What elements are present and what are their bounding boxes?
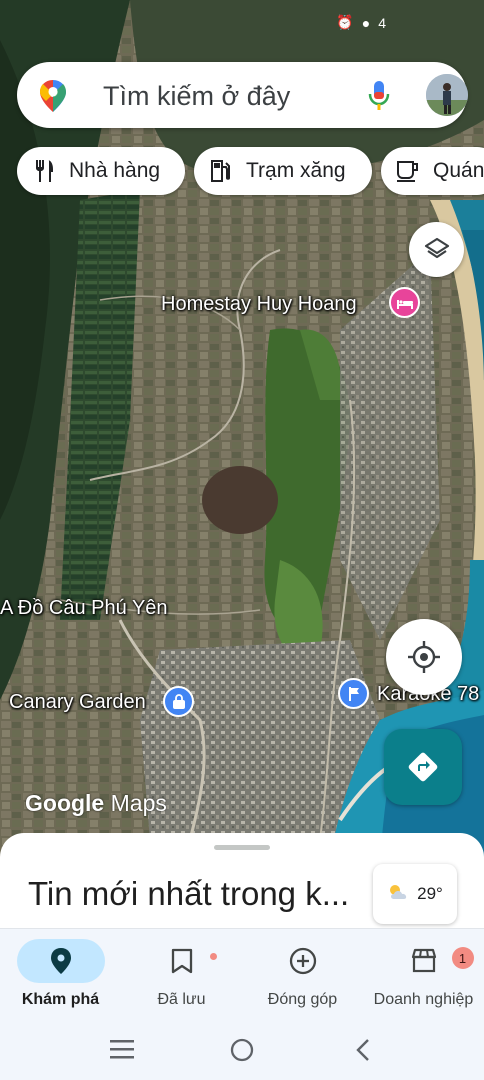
chip-gas-stations[interactable]: Trạm xăng bbox=[194, 147, 372, 195]
nav-label: Doanh nghiệp bbox=[373, 991, 474, 1008]
layers-button[interactable] bbox=[409, 222, 464, 277]
flag-marker-icon[interactable] bbox=[338, 678, 369, 709]
nav-business[interactable]: 1 Doanh nghiệp bbox=[363, 929, 484, 1023]
mic-icon[interactable] bbox=[367, 80, 391, 112]
search-input[interactable]: Tìm kiếm ở đây bbox=[103, 81, 290, 112]
notification-badge: 1 bbox=[451, 947, 474, 969]
shopping-marker-icon[interactable] bbox=[163, 686, 194, 717]
explore-pin-icon bbox=[16, 939, 105, 983]
notification-dot bbox=[209, 953, 217, 960]
weather-widget[interactable]: 29° bbox=[373, 864, 457, 924]
directions-icon bbox=[408, 752, 438, 782]
bottom-nav: Khám phá Đã lưu Đóng góp 1 Doanh nghiệp bbox=[0, 928, 484, 1023]
cloud-sun-icon bbox=[387, 883, 411, 906]
google-maps-watermark: Google Maps bbox=[25, 790, 167, 816]
place-label-canary[interactable]: Canary Garden bbox=[9, 691, 146, 714]
restaurant-icon bbox=[31, 158, 57, 184]
hotel-marker-icon[interactable] bbox=[389, 287, 420, 318]
alarm-icon: ⏰ bbox=[336, 14, 354, 30]
location-icon: ● bbox=[361, 14, 371, 31]
home-icon[interactable] bbox=[230, 1038, 254, 1067]
place-label-trail[interactable]: A Đồ Câu Phú Yên bbox=[0, 597, 168, 620]
nav-label: Đóng góp bbox=[267, 991, 338, 1008]
sheet-drag-handle[interactable] bbox=[214, 845, 270, 850]
nav-saved[interactable]: Đã lưu bbox=[121, 929, 242, 1023]
my-location-button[interactable] bbox=[386, 619, 462, 695]
business-store-icon: 1 bbox=[380, 939, 474, 983]
status-count: 4 bbox=[378, 14, 386, 31]
avatar[interactable] bbox=[426, 74, 468, 116]
layers-icon bbox=[424, 237, 449, 258]
nav-explore[interactable]: Khám phá bbox=[0, 929, 121, 1023]
status-bar: ⏰ ● 4 bbox=[336, 14, 386, 31]
google-maps-pin-icon bbox=[40, 80, 66, 112]
system-navigation-bar bbox=[0, 1022, 484, 1080]
coffee-icon bbox=[395, 158, 421, 184]
place-label-homestay[interactable]: Homestay Huy Hoang bbox=[161, 293, 357, 316]
nav-label: Khám phá bbox=[21, 991, 100, 1008]
search-bar[interactable]: Tìm kiếm ở đây bbox=[17, 62, 468, 128]
recents-icon[interactable] bbox=[110, 1038, 134, 1065]
bookmark-icon bbox=[138, 939, 226, 983]
sheet-title: Tin mới nhất trong k... bbox=[28, 875, 350, 912]
chip-label: Quán bbox=[433, 159, 484, 182]
weather-temp: 29° bbox=[417, 884, 443, 903]
add-circle-icon bbox=[259, 939, 347, 983]
chip-restaurants[interactable]: Nhà hàng bbox=[17, 147, 185, 195]
back-icon[interactable] bbox=[354, 1038, 372, 1067]
nav-contribute[interactable]: Đóng góp bbox=[242, 929, 363, 1023]
gas-station-icon bbox=[208, 158, 234, 184]
chip-label: Nhà hàng bbox=[69, 159, 161, 182]
directions-button[interactable] bbox=[384, 729, 462, 805]
nav-label: Đã lưu bbox=[157, 991, 206, 1008]
crosshair-icon bbox=[408, 641, 440, 673]
chip-cafes[interactable]: Quán bbox=[381, 147, 484, 195]
chip-label: Trạm xăng bbox=[246, 159, 346, 182]
